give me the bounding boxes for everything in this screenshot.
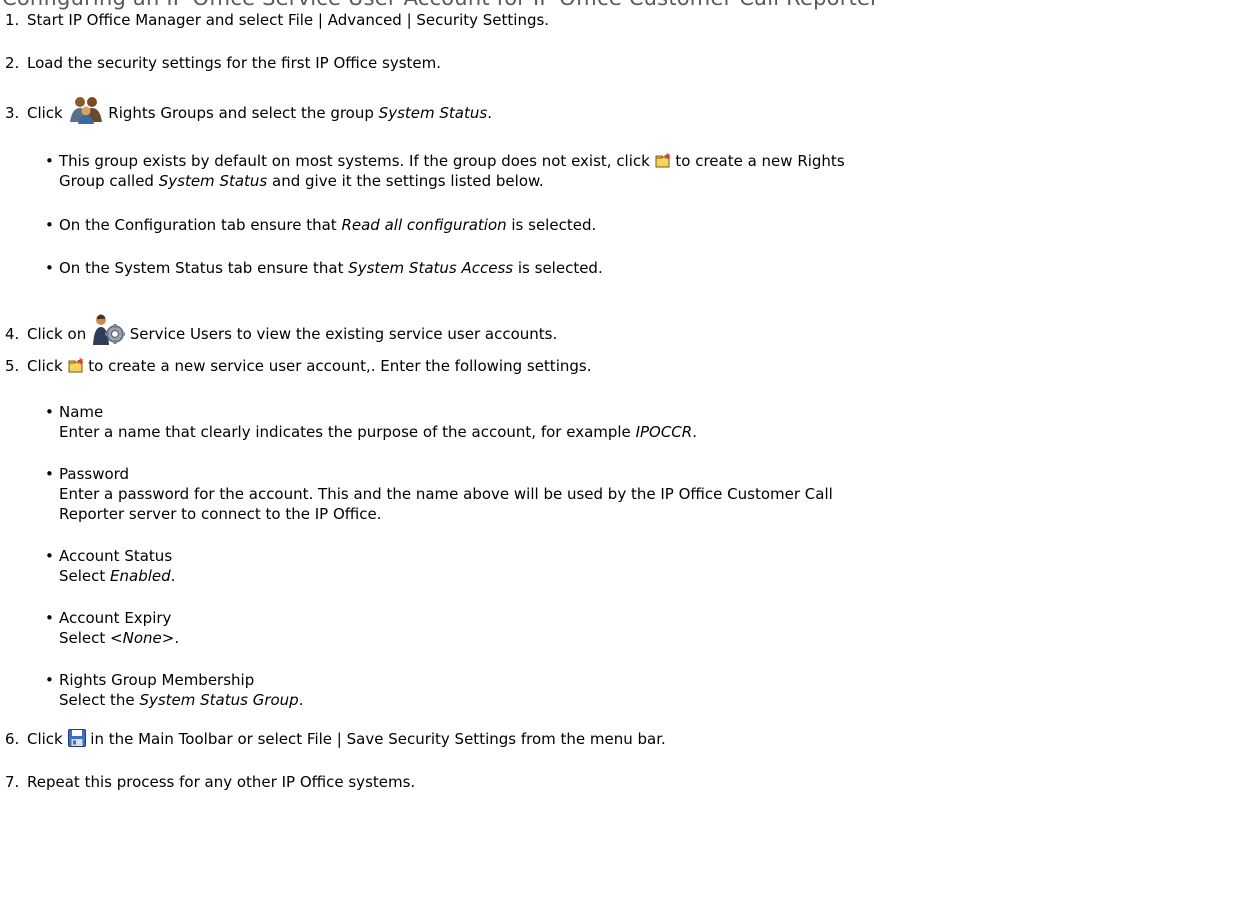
step-7: 7. Repeat this process for any other IP O… xyxy=(5,772,415,792)
setting-account-expiry: • Account Expiry Select <None>. xyxy=(45,609,180,647)
list-item: • On the Configuration tab ensure that R… xyxy=(45,216,597,234)
step-number: 5. xyxy=(5,357,20,375)
list-item: • This group exists by default on most s… xyxy=(45,152,845,190)
rights-groups-icon xyxy=(68,94,104,124)
step-3: 3. Click Rights Groups and select the gro… xyxy=(5,94,492,124)
setting-account-status: • Account Status Select Enabled. xyxy=(45,547,176,585)
step-text: Load the security settings for the first… xyxy=(27,54,442,72)
setting-title: Name xyxy=(59,403,104,421)
step-text: Start IP Office Manager and select File … xyxy=(27,11,550,29)
setting-description: Select Enabled. xyxy=(59,567,176,585)
step-number: 6. xyxy=(5,730,20,748)
step-number: 4. xyxy=(5,325,20,343)
save-icon xyxy=(67,729,86,747)
step-2: 2. Load the security settings for the fir… xyxy=(5,53,441,73)
step-number: 1. xyxy=(5,11,20,29)
step-number: 7. xyxy=(5,773,20,791)
setting-password: • Password Enter a password for the acco… xyxy=(45,465,833,523)
setting-title: Account Expiry xyxy=(59,609,172,627)
step-4: 4. Click on Service Users to view the exi… xyxy=(5,313,557,345)
setting-title: Password xyxy=(59,465,130,483)
new-item-icon xyxy=(655,152,671,168)
setting-title: Rights Group Membership xyxy=(59,671,255,689)
setting-description: Select <None>. xyxy=(59,629,180,647)
new-item-icon xyxy=(68,357,84,373)
step-number: 3. xyxy=(5,104,20,122)
setting-name: • Name Enter a name that clearly indicat… xyxy=(45,403,697,441)
setting-description: Enter a password for the account. This a… xyxy=(59,485,833,523)
step-number: 2. xyxy=(5,54,20,72)
step-5: 5. Click to create a new service user acc… xyxy=(5,357,592,375)
page-heading: Configuring an IP Office Service User Ac… xyxy=(2,0,879,10)
step-text: Repeat this process for any other IP Off… xyxy=(27,773,416,791)
step-1: 1. Start IP Office Manager and select Fil… xyxy=(5,10,549,30)
list-item: • On the System Status tab ensure that S… xyxy=(45,259,603,277)
setting-description: Enter a name that clearly indicates the … xyxy=(59,423,697,441)
step-6: 6. Click in the Main Toolbar or select Fi… xyxy=(5,729,666,748)
service-users-icon xyxy=(91,313,125,345)
setting-description: Select the System Status Group. xyxy=(59,691,304,709)
setting-rights-group-membership: • Rights Group Membership Select the Sys… xyxy=(45,671,304,709)
setting-title: Account Status xyxy=(59,547,173,565)
